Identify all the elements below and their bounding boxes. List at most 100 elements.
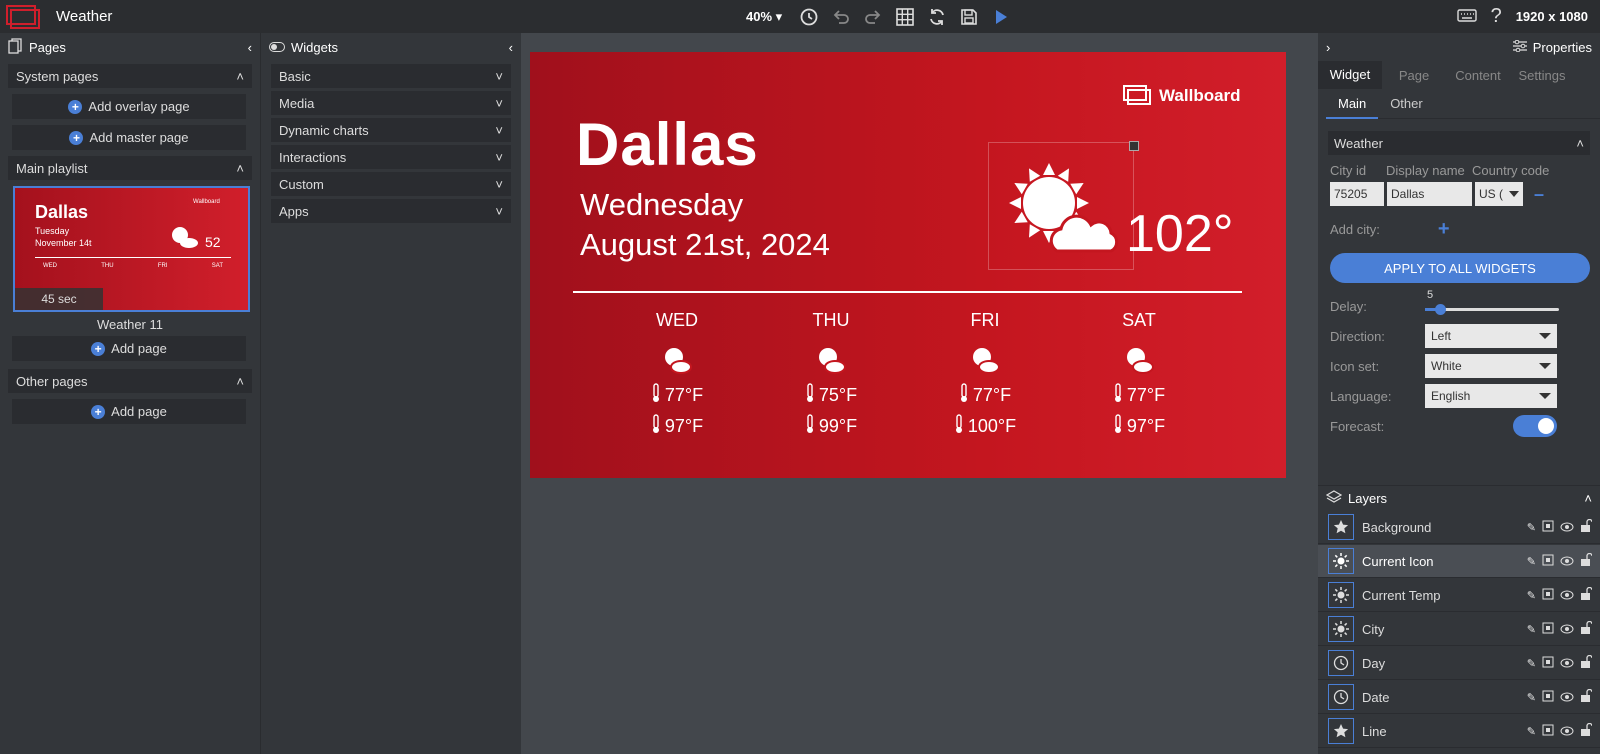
- properties-header: › Properties: [1326, 39, 1592, 55]
- collapse-widgets-icon[interactable]: ‹: [509, 40, 513, 55]
- display-name-input[interactable]: Dallas: [1387, 182, 1472, 206]
- subtab-main[interactable]: Main: [1326, 89, 1379, 119]
- weather-section[interactable]: Weather ˄: [1328, 131, 1590, 155]
- add-page-button[interactable]: + Add page: [12, 336, 246, 361]
- layer-row[interactable]: Date ✎: [1318, 681, 1600, 714]
- apply-to-all-button[interactable]: APPLY TO ALL WIDGETS: [1330, 253, 1590, 283]
- tab-content[interactable]: Content: [1446, 68, 1510, 83]
- add-other-page-button[interactable]: + Add page: [12, 399, 246, 424]
- weather-slide[interactable]: Dallas Wednesday August 21st, 2024 Wallb…: [530, 52, 1286, 478]
- language-select[interactable]: English: [1425, 384, 1557, 408]
- frame-icon[interactable]: [1542, 724, 1554, 739]
- widget-section-apps[interactable]: Apps ˅: [271, 199, 511, 223]
- canvas-area[interactable]: Dallas Wednesday August 21st, 2024 Wallb…: [521, 33, 1318, 754]
- frame-icon[interactable]: [1542, 520, 1554, 535]
- main-playlist-section[interactable]: Main playlist ˄: [8, 156, 252, 180]
- widget-section-basic[interactable]: Basic ˅: [271, 64, 511, 88]
- current-temp-text[interactable]: 102°: [1126, 204, 1234, 264]
- widget-section-media[interactable]: Media ˅: [271, 91, 511, 115]
- widget-section-custom[interactable]: Custom ˅: [271, 172, 511, 196]
- system-pages-section[interactable]: System pages ˄: [8, 64, 252, 88]
- duration-badge[interactable]: 45 sec: [15, 288, 103, 310]
- unlock-icon[interactable]: [1580, 654, 1593, 672]
- date-text[interactable]: August 21st, 2024: [580, 227, 830, 263]
- selection-handle-icon[interactable]: [1129, 141, 1139, 151]
- icon-set-select[interactable]: White: [1425, 354, 1557, 378]
- country-code-select[interactable]: US (: [1475, 182, 1523, 206]
- edit-icon[interactable]: ✎: [1527, 691, 1536, 704]
- unlock-icon[interactable]: [1580, 518, 1593, 536]
- page-thumbnail[interactable]: Dallas Tuesday November 14t Wallboard 52…: [13, 186, 250, 312]
- chevron-up-icon[interactable]: ˄: [1584, 491, 1592, 506]
- edit-icon[interactable]: ✎: [1527, 555, 1536, 568]
- redo-icon[interactable]: [862, 6, 884, 28]
- edit-icon[interactable]: ✎: [1527, 589, 1536, 602]
- unlock-icon[interactable]: [1580, 688, 1593, 706]
- frame-icon[interactable]: [1542, 656, 1554, 671]
- keyboard-icon[interactable]: [1456, 7, 1477, 26]
- edit-icon[interactable]: ✎: [1527, 725, 1536, 738]
- day-text[interactable]: Wednesday: [580, 187, 743, 223]
- chevron-down-icon: ˅: [495, 176, 503, 192]
- city-text[interactable]: Dallas: [576, 110, 759, 179]
- other-pages-section[interactable]: Other pages ˄: [8, 369, 252, 393]
- thermometer-icon: [651, 414, 661, 439]
- thermometer-icon: [954, 414, 964, 439]
- tab-page[interactable]: Page: [1382, 68, 1446, 83]
- delay-slider[interactable]: 5: [1425, 289, 1559, 317]
- subtab-other[interactable]: Other: [1378, 89, 1435, 119]
- divider-line[interactable]: [573, 291, 1242, 293]
- current-icon-selection[interactable]: [988, 141, 1139, 270]
- top-bar: Weather 40% ▾ ? 1920 x 1080: [0, 0, 1600, 33]
- undo-icon[interactable]: [830, 6, 852, 28]
- add-master-page-button[interactable]: + Add master page: [12, 125, 246, 150]
- widget-section-dynamic-charts[interactable]: Dynamic charts ˅: [271, 118, 511, 142]
- eye-icon[interactable]: [1560, 588, 1574, 603]
- add-overlay-page-button[interactable]: + Add overlay page: [12, 94, 246, 119]
- frame-icon[interactable]: [1542, 622, 1554, 637]
- play-icon[interactable]: [990, 6, 1012, 28]
- unlock-icon[interactable]: [1580, 552, 1593, 570]
- city-id-input[interactable]: 75205: [1330, 182, 1384, 206]
- eye-icon[interactable]: [1560, 656, 1574, 671]
- collapse-pages-icon[interactable]: ‹: [248, 40, 252, 55]
- frame-icon[interactable]: [1542, 554, 1554, 569]
- eye-icon[interactable]: [1560, 690, 1574, 705]
- direction-select[interactable]: Left: [1425, 324, 1557, 348]
- unlock-icon[interactable]: [1580, 620, 1593, 638]
- eye-icon[interactable]: [1560, 554, 1574, 569]
- eye-icon[interactable]: [1560, 520, 1574, 535]
- eye-icon[interactable]: [1560, 724, 1574, 739]
- tab-widget[interactable]: Widget: [1318, 61, 1382, 89]
- widget-section-interactions[interactable]: Interactions ˅: [271, 145, 511, 169]
- forecast-toggle[interactable]: [1513, 415, 1557, 437]
- layer-row[interactable]: Day ✎: [1318, 647, 1600, 680]
- resolution-label[interactable]: 1920 x 1080: [1516, 9, 1588, 24]
- help-icon[interactable]: ?: [1491, 5, 1502, 28]
- edit-icon[interactable]: ✎: [1527, 623, 1536, 636]
- add-city-icon[interactable]: +: [1438, 218, 1450, 241]
- forecast-day: SAT 77°F 97°F: [1079, 310, 1199, 439]
- layer-row[interactable]: Line ✎: [1318, 715, 1600, 748]
- history-icon[interactable]: [798, 6, 820, 28]
- layer-row[interactable]: Background ✎: [1318, 511, 1600, 544]
- layer-row[interactable]: Current Temp ✎: [1318, 579, 1600, 612]
- expand-panel-icon[interactable]: ›: [1326, 40, 1330, 55]
- tab-settings[interactable]: Settings: [1510, 68, 1574, 83]
- layer-row[interactable]: Current Icon ✎: [1318, 545, 1600, 578]
- save-icon[interactable]: [958, 6, 980, 28]
- slider-handle[interactable]: [1435, 304, 1446, 315]
- eye-icon[interactable]: [1560, 622, 1574, 637]
- frame-icon[interactable]: [1542, 690, 1554, 705]
- grid-icon[interactable]: [894, 6, 916, 28]
- unlock-icon[interactable]: [1580, 586, 1593, 604]
- layer-row[interactable]: City ✎: [1318, 613, 1600, 646]
- unlock-icon[interactable]: [1580, 722, 1593, 740]
- edit-icon[interactable]: ✎: [1527, 657, 1536, 670]
- remove-city-icon[interactable]: –: [1534, 184, 1544, 205]
- frame-icon[interactable]: [1542, 588, 1554, 603]
- zoom-dropdown[interactable]: 40% ▾: [746, 9, 782, 25]
- add-city-row: Add city: +: [1330, 218, 1450, 241]
- edit-icon[interactable]: ✎: [1527, 521, 1536, 534]
- refresh-icon[interactable]: [926, 6, 948, 28]
